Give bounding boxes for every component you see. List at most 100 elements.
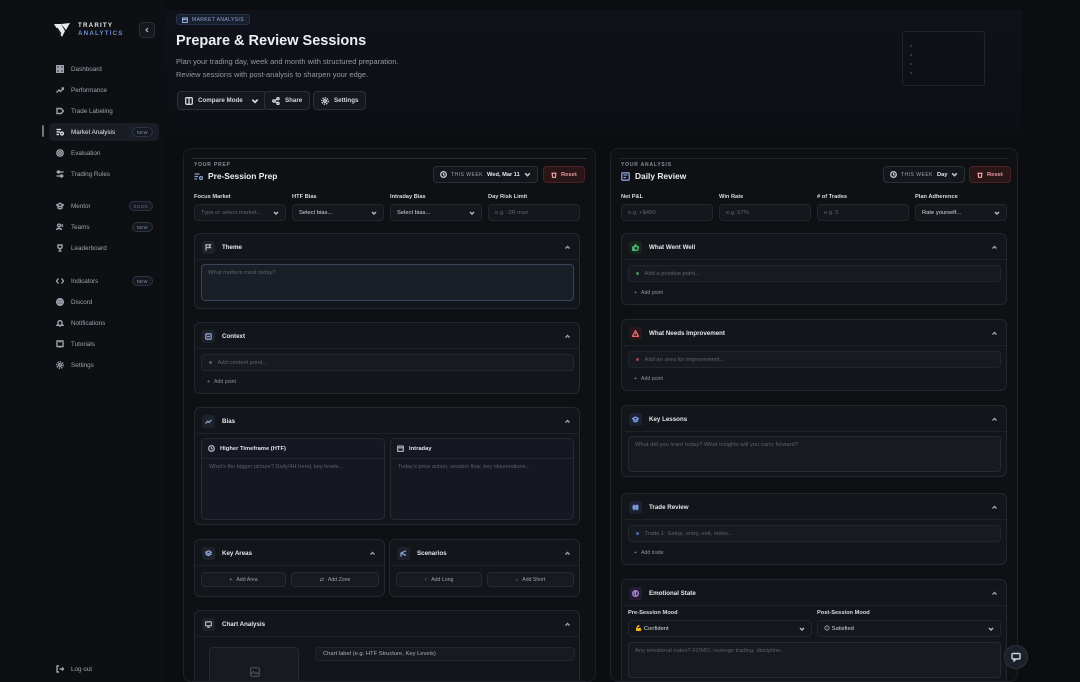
positive-point-input[interactable]: Add a positive point... [628, 265, 1001, 282]
add-zone-button[interactable]: ⇄ Add Zone [291, 572, 379, 587]
sidebar-item-evaluation[interactable]: Evaluation [49, 144, 159, 162]
sidebar-item-tutorials[interactable]: Tutorials [49, 335, 159, 353]
sidebar-item-label: Evaluation [71, 149, 101, 157]
flag-icon [205, 243, 212, 250]
plan-adherence-select[interactable]: Rate yourself... [915, 204, 1007, 221]
intraday-bias-label: Intraday Bias [390, 194, 426, 200]
intraday-bias-value: Select bias... [397, 209, 431, 216]
emotional-state-header[interactable]: Emotional State [629, 586, 998, 600]
compare-mode-button[interactable]: Compare Mode [177, 91, 267, 110]
trades-count-input[interactable]: e.g. 5 [817, 204, 909, 221]
intraday-bias-textarea[interactable]: Today's price action, session flow, key … [398, 464, 530, 470]
add-improvement-button[interactable]: + Add point [634, 376, 663, 382]
day-risk-limit-input[interactable]: e.g. -2R max [488, 204, 580, 221]
chevron-up-icon[interactable] [991, 330, 998, 337]
key-lessons-textarea[interactable]: What did you learn today? What insights … [628, 436, 1001, 472]
share-button[interactable]: Share [264, 91, 311, 110]
card-title: Theme [222, 243, 242, 251]
htf-bias-select[interactable]: Select bias... [292, 204, 384, 221]
post-session-mood-select[interactable]: 😊 Satisfied [817, 620, 1001, 637]
users-icon [56, 223, 64, 231]
intraday-bias-select[interactable]: Select bias... [390, 204, 482, 221]
key-areas-card-header[interactable]: Key Areas [202, 546, 376, 560]
sidebar-item-teams[interactable]: Teams NEW [49, 218, 159, 236]
chevron-up-icon[interactable] [564, 418, 571, 425]
scenarios-card-header[interactable]: Scenarios [397, 546, 571, 560]
add-long-label: Add Long [431, 576, 454, 583]
chevron-up-icon[interactable] [991, 416, 998, 423]
add-context-point-button[interactable]: + Add point [207, 379, 236, 385]
week-selector[interactable]: THIS WEEK Wed, Mar 11 [433, 166, 538, 183]
sidebar-item-trade-labeling[interactable]: Trade Labeling [49, 102, 159, 120]
reset-button[interactable]: Reset [969, 166, 1011, 183]
chart-image-upload[interactable] [209, 647, 299, 681]
key-lessons-header[interactable]: Key Lessons [629, 412, 998, 426]
sidebar-item-settings[interactable]: Settings [49, 356, 159, 374]
logout-button[interactable]: Log out [49, 660, 159, 678]
trend-icon [205, 418, 212, 424]
theme-textarea[interactable]: What matters most today? [201, 264, 574, 301]
sidebar-item-leaderboard[interactable]: Leaderboard [49, 239, 159, 257]
sidebar-item-market-analysis[interactable]: Market Analysis NEW [49, 123, 159, 141]
brand-logo[interactable]: TRARITY ANALYTICS [52, 20, 124, 40]
context-card-header[interactable]: Context [202, 329, 571, 343]
add-short-button[interactable]: ↓ Add Short [487, 572, 574, 587]
context-point-input[interactable]: Add context point... [201, 354, 574, 371]
sidebar-item-mentor[interactable]: Mentor SOON [49, 197, 159, 215]
chevron-up-icon[interactable] [369, 550, 376, 557]
collapse-sidebar-button[interactable] [139, 22, 155, 38]
sidebar-item-notifications[interactable]: Notifications [49, 314, 159, 332]
card-title: Context [222, 332, 246, 340]
key-lessons-placeholder: What did you learn today? What insights … [635, 442, 799, 448]
add-positive-point-button[interactable]: + Add point [634, 290, 663, 296]
pre-session-mood-select[interactable]: 💪 Confident [628, 620, 812, 637]
reset-button[interactable]: Reset [543, 166, 585, 183]
focus-market-input[interactable]: Type or select market... [194, 204, 286, 221]
needs-improvement-header[interactable]: What Needs Improvement [629, 326, 998, 340]
logout-label: Log out [71, 665, 93, 673]
sidebar-item-trading-rules[interactable]: Trading Rules [49, 165, 159, 183]
sidebar-item-performance[interactable]: Performance [49, 81, 159, 99]
chevron-up-icon[interactable] [991, 590, 998, 597]
add-point-label: Add point [214, 379, 236, 385]
add-trade-button[interactable]: + Add trade [634, 550, 664, 556]
calendar-icon [397, 445, 404, 452]
pre-session-mood-label: Pre-Session Mood [628, 610, 678, 616]
emotional-notes-textarea[interactable]: Any emotional notes? FOMO, revenge tradi… [628, 642, 1001, 678]
chevron-up-icon[interactable] [564, 333, 571, 340]
period-selector[interactable]: THIS WEEK Day [883, 166, 966, 183]
what-went-well-header[interactable]: What Went Well [629, 240, 998, 254]
chevron-up-icon[interactable] [991, 504, 998, 511]
chevron-down-icon [469, 211, 475, 215]
chevron-up-icon[interactable] [564, 621, 571, 628]
calendar-icon [182, 16, 188, 23]
theme-card-header[interactable]: Theme [202, 240, 571, 254]
trades-count-placeholder: e.g. 5 [824, 209, 839, 216]
bias-card-header[interactable]: Bias [202, 414, 571, 428]
chevron-up-icon[interactable] [991, 244, 998, 251]
analysis-icon [56, 128, 64, 136]
trade-entry-input[interactable]: Trade 1: Setup, entry, exit, notes... [628, 525, 1001, 542]
sidebar-item-discord[interactable]: Discord [49, 293, 159, 311]
chevron-up-icon[interactable] [564, 550, 571, 557]
chart-analysis-card-header[interactable]: Chart Analysis [202, 617, 571, 631]
add-area-button[interactable]: + Add Area [201, 572, 286, 587]
sidebar-item-indicators[interactable]: Indicators NEW [49, 272, 159, 290]
breadcrumb[interactable]: MARKET ANALYSIS [176, 14, 250, 25]
sidebar-item-dashboard[interactable]: Dashboard [49, 60, 159, 78]
chart-label-input[interactable]: Chart label (e.g. HTF Structure, Key Lev… [315, 647, 575, 661]
net-pnl-input[interactable]: e.g. +$450 [621, 204, 713, 221]
subtitle-line-2: Review sessions with post-analysis to sh… [176, 69, 369, 79]
improvement-input[interactable]: Add an area for improvement... [628, 351, 1001, 368]
add-long-button[interactable]: ↑ Add Long [396, 572, 482, 587]
win-rate-input[interactable]: e.g. 67% [719, 204, 811, 221]
trade-review-header[interactable]: Trade Review [629, 500, 998, 514]
reset-label: Reset [987, 171, 1003, 178]
share-label: Share [285, 97, 303, 104]
intraday-bias-header: Intraday [397, 445, 432, 452]
htf-bias-textarea[interactable]: What's the bigger picture? Daily/4H tren… [209, 464, 343, 470]
chevron-up-icon[interactable] [564, 244, 571, 251]
settings-button[interactable]: Settings [313, 91, 367, 110]
chat-button[interactable] [1004, 645, 1028, 669]
chart-analysis-card: Chart Analysis Chart label (e.g. HTF Str… [194, 610, 580, 681]
